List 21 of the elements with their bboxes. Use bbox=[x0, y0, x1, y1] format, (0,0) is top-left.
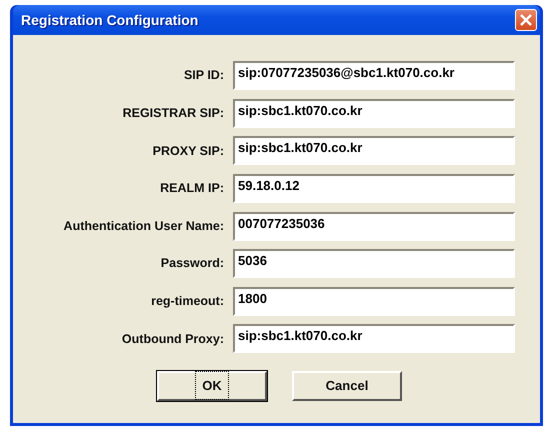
ok-button[interactable]: OK bbox=[157, 370, 267, 401]
field-label: Outbound Proxy: bbox=[120, 330, 225, 348]
input-field[interactable]: sip:sbc1.kt070.co.kr bbox=[233, 98, 515, 128]
input-field[interactable]: 1800 bbox=[233, 286, 515, 316]
field-label: REALM IP: bbox=[159, 180, 225, 198]
field-label: Authentication User Name: bbox=[62, 218, 225, 235]
field-label: reg-timeout: bbox=[150, 292, 225, 310]
field-label: PROXY SIP: bbox=[152, 142, 225, 160]
input-field[interactable]: sip:sbc1.kt070.co.kr bbox=[233, 324, 515, 354]
field-label: Password: bbox=[160, 255, 225, 272]
cancel-button[interactable]: Cancel bbox=[292, 370, 402, 401]
input-field[interactable]: 007077235036 bbox=[233, 212, 515, 241]
close-button[interactable] bbox=[515, 9, 537, 31]
input-field[interactable]: 5036 bbox=[233, 249, 515, 278]
input-field[interactable]: sip:07077235036@sbc1.kt070.co.kr bbox=[233, 61, 515, 90]
field-label: SIP ID: bbox=[182, 67, 225, 84]
field-label: REGISTRAR SIP: bbox=[122, 105, 225, 122]
window-title: Registration Configuration bbox=[21, 10, 198, 30]
input-field[interactable]: sip:sbc1.kt070.co.kr bbox=[233, 136, 515, 166]
input-field[interactable]: 59.18.0.12 bbox=[233, 174, 515, 204]
close-icon bbox=[519, 13, 533, 27]
